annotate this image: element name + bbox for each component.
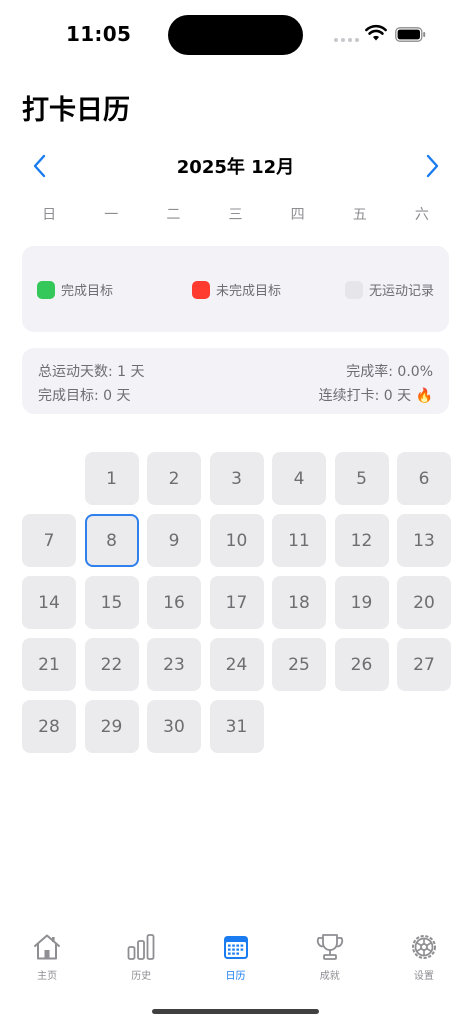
calendar-day[interactable]: 11 — [272, 514, 326, 567]
calendar-day-selected[interactable]: 8 — [84, 514, 139, 567]
wifi-icon — [365, 24, 387, 41]
legend-label: 未完成目标 — [216, 284, 282, 299]
legend-card: 完成目标 未完成目标 无运动记录 — [22, 246, 449, 332]
gear-icon — [411, 935, 436, 959]
legend-swatch-gray — [345, 280, 363, 299]
calendar-icon — [223, 936, 248, 959]
legend-item-goal-incomplete: 未完成目标 — [192, 280, 281, 299]
calendar-day[interactable]: 12 — [334, 514, 389, 567]
weekday-label: 三 — [228, 207, 243, 223]
trophy-icon — [316, 934, 343, 960]
dynamic-island — [168, 15, 303, 55]
calendar-day[interactable]: 9 — [147, 514, 201, 567]
calendar-day[interactable]: 25 — [272, 638, 326, 691]
legend-label: 完成目标 — [61, 284, 114, 299]
legend-item-goal-complete: 完成目标 — [37, 280, 113, 299]
calendar-day[interactable]: 30 — [147, 700, 201, 753]
tab-label: 主页 — [37, 971, 58, 982]
calendar-day[interactable]: 22 — [84, 638, 139, 691]
calendar-day[interactable]: 31 — [209, 700, 264, 753]
calendar-day[interactable]: 19 — [334, 576, 389, 629]
month-title: 2025年 12月 — [176, 157, 295, 178]
tab-bar: 主页 历史 日历 成就 设置 — [0, 932, 471, 994]
calendar-day[interactable]: 14 — [22, 576, 76, 629]
tab-achievements[interactable]: 成就 — [283, 932, 377, 994]
weekday-label: 日 — [42, 207, 57, 223]
calendar-day[interactable]: 15 — [84, 576, 139, 629]
completion-rate-stat: 完成率: 0.0% — [346, 364, 433, 380]
tab-label: 设置 — [413, 971, 434, 982]
calendar-day[interactable]: 13 — [397, 514, 451, 567]
calendar-day[interactable]: 3 — [209, 452, 264, 505]
calendar-day[interactable]: 6 — [397, 452, 451, 505]
calendar-day[interactable]: 23 — [147, 638, 201, 691]
house-icon — [34, 934, 61, 960]
stats-card: 总运动天数: 1 天 完成率: 0.0% 完成目标: 0 天 连续打卡: 0 天… — [22, 348, 449, 414]
next-month-button[interactable] — [418, 152, 446, 180]
weekday-label: 一 — [104, 207, 119, 223]
weekday-label: 二 — [166, 207, 181, 223]
legend-label: 无运动记录 — [369, 284, 435, 299]
tab-calendar[interactable]: 日历 — [188, 932, 282, 994]
calendar-day[interactable]: 2 — [147, 452, 201, 505]
weekday-label: 四 — [290, 207, 305, 223]
calendar-day[interactable]: 10 — [209, 514, 264, 567]
tab-settings[interactable]: 设置 — [377, 932, 471, 994]
calendar-day[interactable]: 24 — [209, 638, 264, 691]
calendar-day[interactable]: 4 — [272, 452, 326, 505]
legend-swatch-red — [192, 280, 210, 299]
calendar-day[interactable]: 26 — [334, 638, 389, 691]
month-navigation: 2025年 12月 — [0, 148, 471, 184]
calendar-day[interactable]: 21 — [22, 638, 76, 691]
calendar-day[interactable]: 5 — [334, 452, 389, 505]
weekday-header: 日 一 二 三 四 五 六 — [22, 204, 449, 224]
page-title: 打卡日历 — [22, 95, 130, 126]
tab-label: 成就 — [319, 971, 340, 982]
streak-stat: 连续打卡: 0 天 🔥 — [318, 388, 433, 404]
legend-item-no-record: 无运动记录 — [345, 280, 434, 299]
battery-icon — [395, 27, 426, 42]
calendar-day[interactable]: 1 — [84, 452, 139, 505]
calendar-day[interactable]: 27 — [397, 638, 451, 691]
status-time: 11:05 — [66, 22, 132, 46]
calendar-grid: 1 2 3 4 5 6 7 8 9 10 11 12 13 14 15 16 17 18 19 20 21 22 23 24 2… — [22, 452, 451, 753]
calendar-empty-cell — [22, 452, 76, 505]
tab-label: 历史 — [131, 971, 152, 982]
bar-chart-icon — [127, 934, 155, 960]
calendar-day[interactable]: 20 — [397, 576, 451, 629]
chevron-right-icon — [426, 154, 439, 178]
calendar-day[interactable]: 18 — [272, 576, 326, 629]
cellular-signal-icon — [334, 38, 359, 42]
legend-swatch-green — [37, 280, 55, 299]
calendar-day[interactable]: 29 — [84, 700, 139, 753]
home-indicator — [152, 1009, 319, 1014]
status-bar: 11:05 — [0, 0, 471, 70]
calendar-day[interactable]: 17 — [209, 576, 264, 629]
weekday-label: 六 — [414, 207, 429, 223]
total-days-stat: 总运动天数: 1 天 — [38, 364, 145, 380]
goal-days-stat: 完成目标: 0 天 — [38, 388, 131, 404]
calendar-day[interactable]: 16 — [147, 576, 201, 629]
weekday-label: 五 — [352, 207, 367, 223]
calendar-day[interactable]: 28 — [22, 700, 76, 753]
tab-label: 日历 — [225, 971, 246, 982]
calendar-day[interactable]: 7 — [22, 514, 76, 567]
tab-home[interactable]: 主页 — [0, 932, 94, 994]
tab-history[interactable]: 历史 — [94, 932, 188, 994]
